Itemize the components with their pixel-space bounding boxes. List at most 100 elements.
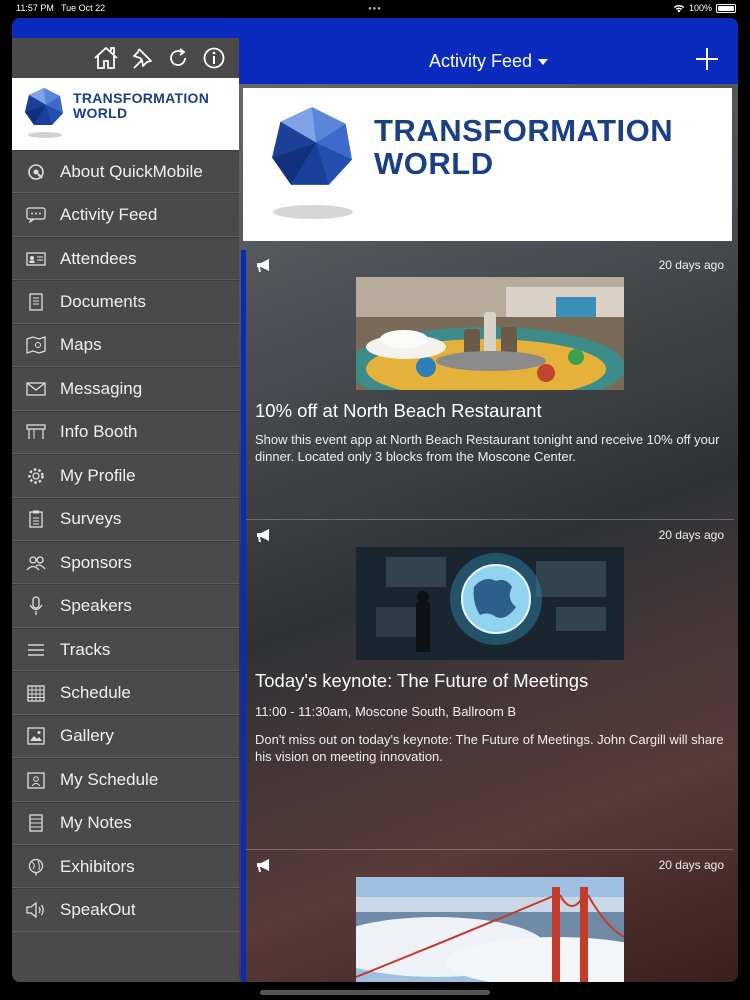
sidebar-top-bar bbox=[12, 18, 239, 38]
sidebar-item-label: About QuickMobile bbox=[60, 161, 203, 181]
sidebar-logo[interactable]: TRANSFORMATION WORLD bbox=[12, 78, 239, 150]
sidebar-item-label: Speakers bbox=[60, 596, 132, 616]
sidebar-item-info-booth[interactable]: Info Booth bbox=[12, 410, 239, 455]
sidebar-logo-line1: TRANSFORMATION bbox=[73, 90, 210, 106]
sidebar-item-speakout[interactable]: SpeakOut bbox=[12, 888, 239, 932]
sidebar-item-label: My Notes bbox=[60, 813, 132, 833]
sidebar-item-label: Exhibitors bbox=[60, 856, 135, 876]
main-header: Activity Feed bbox=[239, 18, 738, 84]
megaphone-icon bbox=[257, 259, 269, 272]
plus-icon[interactable] bbox=[696, 48, 718, 70]
sidebar-item-label: Messaging bbox=[60, 378, 143, 398]
banner-logo-line2: WORLD bbox=[374, 146, 494, 181]
golden-gate-image[interactable] bbox=[356, 877, 624, 982]
caret-down-icon bbox=[538, 59, 549, 66]
pin-icon[interactable] bbox=[129, 45, 155, 71]
post-time: 20 days ago bbox=[658, 858, 724, 872]
post-body: Show this event app at North Beach Resta… bbox=[255, 432, 720, 464]
sidebar: TRANSFORMATION WORLD About QuickMobile Ac… bbox=[12, 18, 239, 982]
sidebar-item-schedule[interactable]: Schedule bbox=[12, 671, 239, 715]
gear-icon bbox=[26, 466, 46, 486]
sidebar-item-surveys[interactable]: Surveys bbox=[12, 497, 239, 541]
image-icon bbox=[26, 726, 46, 746]
feed-card[interactable]: 20 days ago bbox=[241, 250, 734, 520]
sidebar-item-label: Attendees bbox=[60, 248, 137, 268]
speaker-icon bbox=[26, 900, 46, 920]
chat-icon bbox=[26, 205, 46, 225]
post-title: 10% off at North Beach Restaurant bbox=[255, 400, 542, 421]
sidebar-item-my-profile[interactable]: My Profile bbox=[12, 454, 239, 498]
post-title: Today's keynote: The Future of Meetings bbox=[255, 670, 589, 691]
sidebar-item-sponsors[interactable]: Sponsors bbox=[12, 540, 239, 585]
sidebar-item-exhibitors[interactable]: Exhibitors bbox=[12, 845, 239, 889]
logo-gem-icon bbox=[25, 88, 63, 125]
document-icon bbox=[26, 292, 46, 312]
sidebar-item-label: Maps bbox=[60, 335, 102, 355]
sidebar-item-label: Documents bbox=[60, 292, 146, 312]
sidebar-item-label: Gallery bbox=[60, 726, 114, 746]
logo-shadow bbox=[28, 132, 62, 138]
feed-title: Activity Feed bbox=[428, 51, 533, 71]
sidebar-item-my-notes[interactable]: My Notes bbox=[12, 801, 239, 845]
clipboard-icon bbox=[26, 509, 46, 529]
feed-card[interactable]: 20 days ago bbox=[241, 850, 734, 982]
post-time: 20 days ago bbox=[658, 258, 724, 272]
sidebar-item-documents[interactable]: Documents bbox=[12, 280, 239, 324]
post-time: 20 days ago bbox=[658, 528, 724, 542]
sidebar-item-label: My Profile bbox=[60, 465, 136, 485]
sidebar-item-label: Info Booth bbox=[60, 422, 138, 442]
status-time: 11:57 PM bbox=[16, 3, 54, 13]
sidebar-item-about-quickmobile[interactable]: About QuickMobile bbox=[12, 150, 239, 194]
sidebar-item-speakers[interactable]: Speakers bbox=[12, 584, 239, 628]
banner-shadow bbox=[273, 205, 353, 219]
sidebar-logo-line2: WORLD bbox=[73, 105, 128, 121]
app-frame: TRANSFORMATION WORLD About QuickMobile Ac… bbox=[12, 18, 738, 982]
sidebar-item-label: Sponsors bbox=[60, 552, 132, 572]
sidebar-logo-text: TRANSFORMATION WORLD bbox=[73, 91, 209, 121]
list-icon bbox=[26, 640, 46, 660]
sidebar-item-my-schedule[interactable]: My Schedule bbox=[12, 758, 239, 802]
refresh-icon[interactable] bbox=[165, 45, 191, 71]
sidebar-item-label: Tracks bbox=[60, 639, 111, 659]
battery-icon bbox=[716, 3, 736, 13]
feed-card[interactable]: 20 days ago Today's keynote: The Future … bbox=[241, 520, 734, 850]
post-subtitle: 11:00 - 11:30am, Moscone South, Ballroom… bbox=[255, 704, 517, 719]
notes-icon bbox=[26, 813, 46, 833]
banner-logo-line1: TRANSFORMATION bbox=[374, 113, 674, 148]
sidebar-item-attendees[interactable]: Attendees bbox=[12, 236, 239, 281]
main-content: Activity Feed TRANSFORMATION WORLD 20 da… bbox=[239, 18, 738, 982]
sidebar-item-maps[interactable]: Maps bbox=[12, 323, 239, 368]
sidebar-item-label: My Schedule bbox=[60, 769, 159, 789]
home-indicator[interactable] bbox=[260, 990, 490, 995]
megaphone-icon bbox=[257, 529, 269, 542]
globe-icon bbox=[26, 857, 46, 877]
battery-percent: 100% bbox=[688, 3, 712, 13]
status-right: 100% bbox=[673, 3, 736, 13]
sidebar-item-label: SpeakOut bbox=[60, 900, 136, 920]
quickmobile-icon bbox=[26, 162, 46, 182]
sidebar-menu: About QuickMobile Activity Feed Attendees D… bbox=[12, 150, 239, 932]
calendar-icon bbox=[26, 683, 46, 703]
megaphone-icon bbox=[257, 859, 269, 872]
feed-title-dropdown[interactable]: Activity Feed bbox=[239, 51, 738, 72]
home-icon[interactable] bbox=[93, 45, 119, 71]
sidebar-item-label: Activity Feed bbox=[60, 205, 158, 225]
booth-icon bbox=[26, 422, 46, 442]
event-banner: TRANSFORMATION WORLD bbox=[243, 88, 732, 241]
sidebar-item-gallery[interactable]: Gallery bbox=[12, 714, 239, 759]
sidebar-item-tracks[interactable]: Tracks bbox=[12, 627, 239, 672]
wifi-icon bbox=[673, 4, 685, 12]
restaurant-image[interactable] bbox=[356, 277, 624, 390]
sidebar-item-activity-feed[interactable]: Activity Feed bbox=[12, 193, 239, 237]
sidebar-item-label: Surveys bbox=[60, 509, 122, 529]
envelope-icon bbox=[26, 379, 46, 399]
banner-logo-text: TRANSFORMATION WORLD bbox=[374, 114, 673, 180]
sidebar-item-messaging[interactable]: Messaging bbox=[12, 367, 239, 411]
microphone-icon bbox=[26, 596, 46, 616]
status-bar: 11:57 PM Tue Oct 22 ●●● 100% bbox=[0, 0, 750, 18]
info-icon[interactable] bbox=[201, 45, 227, 71]
multitask-dots: ●●● bbox=[368, 6, 382, 12]
keynote-image[interactable] bbox=[356, 547, 624, 660]
status-date: Tue Oct 22 bbox=[61, 3, 106, 13]
banner-gem-icon bbox=[272, 107, 352, 185]
